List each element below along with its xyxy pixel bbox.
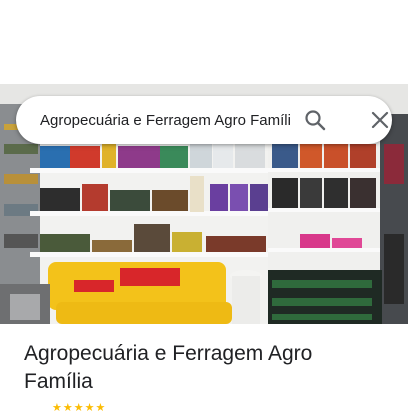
rating-stars: ★ ★ ★ ★ ★ xyxy=(52,402,105,414)
search-icon[interactable] xyxy=(303,108,327,132)
search-bar[interactable]: Agropecuária e Ferragem Agro Família xyxy=(16,96,392,144)
star-icon: ★ xyxy=(95,402,106,414)
top-blank-area xyxy=(0,0,408,84)
star-icon: ★ xyxy=(52,402,62,414)
close-icon[interactable] xyxy=(368,108,392,132)
star-icon: ★ xyxy=(73,402,84,414)
star-icon: ★ xyxy=(62,402,73,414)
search-input[interactable]: Agropecuária e Ferragem Agro Família xyxy=(40,112,290,129)
place-title: Agropecuária e Ferragem Agro Família xyxy=(24,342,313,393)
star-icon: ★ xyxy=(84,402,95,414)
